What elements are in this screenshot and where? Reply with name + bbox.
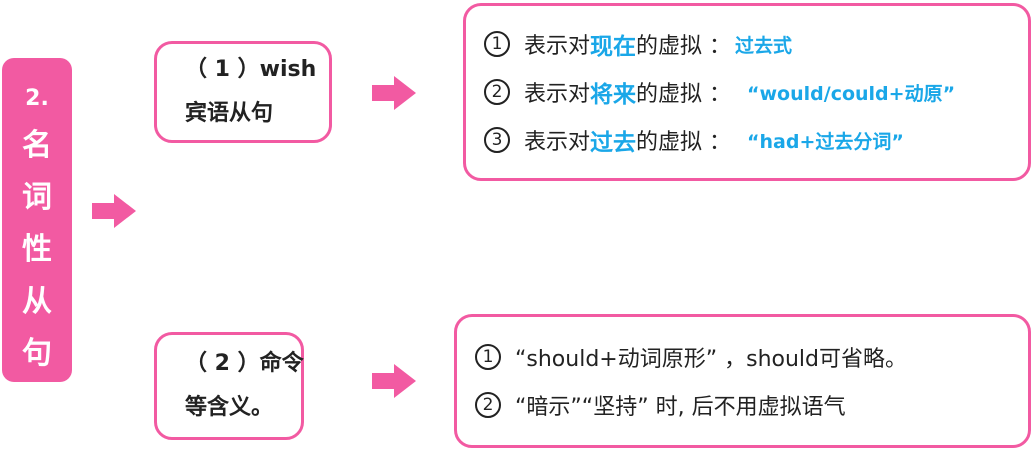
rule-note: “had+过去分词” bbox=[747, 130, 904, 153]
command-rules-box: 1 “should+动词原形” ，should可省略。 2 “暗示”“坚持” 时… bbox=[454, 314, 1031, 448]
section-title: 名 词 性 从 句 bbox=[22, 120, 52, 380]
circled-number: 1 bbox=[484, 31, 510, 57]
rule-row: 3 表示对 过去 的虚拟 ： “had+过去分词” bbox=[484, 116, 1028, 164]
wish-clause-subtitle: 宾语从句 bbox=[185, 101, 274, 126]
circled-number: 1 bbox=[475, 344, 501, 370]
command-clause-title: （ 2 ）命令 bbox=[185, 351, 304, 376]
command-clause-subtitle: 等含义。 bbox=[185, 395, 274, 420]
rule-text: “should+动词原形” ，should可省略。 bbox=[515, 347, 907, 372]
section-title-char: 句 bbox=[22, 336, 52, 371]
circled-number: 2 bbox=[484, 79, 510, 105]
section-title-char: 词 bbox=[22, 180, 52, 215]
arrow-right-icon bbox=[372, 364, 416, 398]
rule-prefix: 表示对 bbox=[524, 82, 591, 107]
rule-prefix: 表示对 bbox=[524, 130, 591, 155]
wish-clause-title: （ 1 ）wish bbox=[185, 57, 317, 82]
rule-note: “would/could+动原” bbox=[747, 82, 956, 105]
section-number: 2. bbox=[25, 86, 49, 111]
wish-rules-box: 1 表示对 现在 的虚拟 ： 过去式 2 表示对 将来 的虚拟 ： “would… bbox=[463, 3, 1031, 181]
rule-text: “暗示”“坚持” 时, 后不用虚拟语气 bbox=[515, 395, 846, 420]
rule-highlight: 现在 bbox=[590, 34, 637, 60]
rule-highlight: 过去 bbox=[590, 130, 637, 156]
rule-row: 2 表示对 将来 的虚拟 ： “would/could+动原” bbox=[484, 68, 1028, 116]
section-title-char: 名 bbox=[22, 128, 52, 163]
section-title-char: 从 bbox=[22, 284, 52, 319]
command-clause-box: （ 2 ）命令 等含义。 bbox=[154, 332, 304, 440]
rule-suffix: 的虚拟 ： bbox=[636, 130, 732, 155]
arrow-right-icon bbox=[372, 76, 416, 110]
rule-suffix: 的虚拟 ： bbox=[636, 34, 732, 59]
rule-suffix: 的虚拟 ： bbox=[636, 82, 732, 107]
arrow-right-icon bbox=[92, 194, 136, 228]
rule-highlight: 将来 bbox=[590, 82, 637, 108]
section-label: 2. 名 词 性 从 句 bbox=[2, 58, 72, 382]
rule-row: 1 表示对 现在 的虚拟 ： 过去式 bbox=[484, 20, 1028, 68]
rule-prefix: 表示对 bbox=[524, 34, 591, 59]
wish-clause-box: （ 1 ）wish 宾语从句 bbox=[154, 41, 332, 143]
circled-number: 3 bbox=[484, 127, 510, 153]
rule-note: 过去式 bbox=[735, 34, 793, 57]
circled-number: 2 bbox=[475, 392, 501, 418]
rule-row: 1 “should+动词原形” ，should可省略。 bbox=[475, 333, 1028, 381]
section-title-char: 性 bbox=[22, 232, 52, 267]
rule-row: 2 “暗示”“坚持” 时, 后不用虚拟语气 bbox=[475, 381, 1028, 429]
